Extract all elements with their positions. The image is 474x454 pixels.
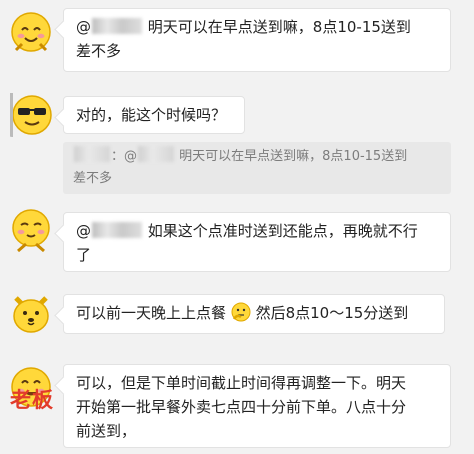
message-3: @ 如果这个点准时送到还能点，再晚就不行 了 [0, 204, 474, 278]
message-text: 可以，但是下单时间截止时间得再调整一下。明天 [76, 374, 407, 392]
message-text-line2: 差不多 [76, 42, 122, 60]
avatar[interactable] [8, 207, 54, 253]
message-bubble[interactable]: @ 明天可以在早点送到嘛，8点10-15送到 差不多 [63, 8, 451, 72]
avatar[interactable] [8, 91, 54, 137]
message-1: @ 明天可以在早点送到嘛，8点10-15送到 差不多 [0, 0, 474, 82]
redacted-name [138, 146, 175, 162]
mention-at: @ [76, 222, 91, 240]
message-text: 对的，能这个时候吗？ [76, 106, 227, 124]
avatar[interactable] [8, 10, 54, 56]
redacted-name [92, 222, 142, 238]
message-text-line3: 前送到， [76, 422, 137, 440]
message-5: 可以，但是下单时间截止时间得再调整一下。明天 开始第一批早餐外卖七点四十分前下单… [0, 358, 474, 454]
shy-face-icon [12, 209, 50, 253]
avatar[interactable] [8, 290, 54, 336]
message-text-cont: 然后8点10～15分送到 [255, 304, 409, 322]
sunglasses-face-icon [10, 93, 52, 137]
message-bubble[interactable]: @ 如果这个点准时送到还能点，再晚就不行 了 [63, 212, 451, 272]
message-text: 如果这个点准时送到还能点，再晚就不行 [147, 222, 418, 240]
message-text: 可以前一天晚上上点餐 [76, 304, 227, 322]
message-bubble[interactable]: 可以，但是下单时间截止时间得再调整一下。明天 开始第一批早餐外卖七点四十分前下单… [63, 364, 451, 448]
quote-text: 明天可以在早点送到嘛，8点10-15送到 [179, 149, 408, 164]
message-bubble[interactable]: 对的，能这个时候吗？ [63, 96, 245, 134]
redacted-name [92, 18, 142, 34]
message-text: 明天可以在早点送到嘛，8点10-15送到 [147, 18, 411, 36]
message-2: 对的，能这个时候吗？ ：@ 明天可以在早点送到嘛，8点10-15送到 差不多 [0, 88, 474, 198]
message-text-line2: 了 [76, 246, 92, 264]
dog-face-icon [13, 296, 49, 333]
quote-text-line2: 差不多 [73, 171, 113, 186]
smiling-face-icon [11, 12, 51, 52]
quoted-message[interactable]: ：@ 明天可以在早点送到嘛，8点10-15送到 差不多 [63, 142, 451, 194]
thinking-face-icon [231, 302, 251, 322]
redacted-name [74, 146, 110, 162]
mention-at: @ [76, 18, 91, 36]
message-text-line2: 开始第一批早餐外卖七点四十分前下单。八点十分 [76, 398, 407, 416]
message-bubble[interactable]: 可以前一天晚上上点餐 然后8点10～15分送到 [63, 294, 445, 334]
quote-separator: ：@ [111, 149, 138, 164]
sender-label: 老板 [10, 388, 54, 412]
message-4: 可以前一天晚上上点餐 然后8点10～15分送到 [0, 286, 474, 350]
